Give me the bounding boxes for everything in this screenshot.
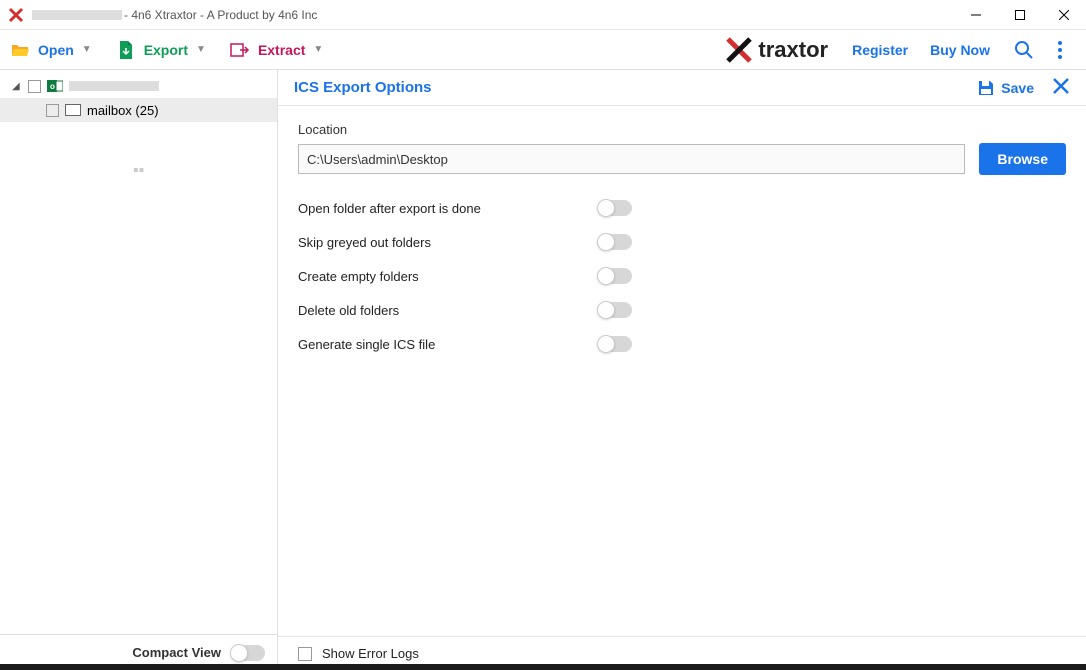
toolbar: Open ▼ Export ▼ Extract ▼ traxtor Regist…: [0, 30, 1086, 70]
folder-open-icon: [10, 40, 30, 60]
tree-checkbox[interactable]: [46, 104, 59, 117]
product-logo: traxtor: [726, 37, 828, 63]
tree-root-item[interactable]: ◢ o: [0, 74, 277, 98]
window-minimize-button[interactable]: [954, 0, 998, 30]
show-error-logs-label: Show Error Logs: [322, 646, 419, 661]
open-menu[interactable]: Open ▼: [10, 40, 92, 60]
chevron-down-icon: ▼: [82, 44, 92, 55]
chevron-down-icon: ▼: [313, 44, 323, 55]
option-label: Skip greyed out folders: [298, 235, 598, 250]
export-menu[interactable]: Export ▼: [116, 40, 206, 60]
compact-view-toggle[interactable]: [231, 645, 265, 661]
search-button[interactable]: [1012, 38, 1036, 62]
option-row: Open folder after export is done: [298, 191, 1066, 225]
logo-text: traxtor: [758, 37, 828, 63]
window-close-button[interactable]: [1042, 0, 1086, 30]
option-toggle-delete-old[interactable]: [598, 302, 632, 318]
taskbar: [0, 664, 1086, 670]
extract-label: Extract: [258, 42, 305, 58]
collapse-caret-icon[interactable]: ◢: [12, 81, 22, 92]
tree-checkbox[interactable]: [28, 80, 41, 93]
extract-menu[interactable]: Extract ▼: [230, 40, 323, 60]
titlebar: - 4n6 Xtraxtor - A Product by 4n6 Inc: [0, 0, 1086, 30]
option-toggle-skip-greyed[interactable]: [598, 234, 632, 250]
outlook-icon: o: [47, 79, 63, 93]
panel-title: ICS Export Options: [294, 79, 432, 96]
open-label: Open: [38, 42, 74, 58]
compact-view-label: Compact View: [132, 645, 221, 660]
option-toggle-open-folder[interactable]: [598, 200, 632, 216]
extract-icon: [230, 40, 250, 60]
option-label: Open folder after export is done: [298, 201, 598, 216]
option-row: Create empty folders: [298, 259, 1066, 293]
panel-close-button[interactable]: [1052, 77, 1070, 98]
title-obscured: [32, 10, 122, 20]
main-panel: ICS Export Options Save Location Browse …: [278, 70, 1086, 670]
more-menu-button[interactable]: [1048, 38, 1072, 62]
option-toggle-single-ics[interactable]: [598, 336, 632, 352]
file-export-icon: [116, 40, 136, 60]
folder-icon: [65, 103, 81, 117]
tree-item-label: mailbox (25): [87, 103, 159, 118]
app-icon: [8, 7, 24, 23]
folder-tree: ◢ o mailbox (25) ▪▪: [0, 70, 277, 634]
save-label: Save: [1001, 80, 1034, 96]
location-input[interactable]: [298, 144, 965, 174]
option-row: Generate single ICS file: [298, 327, 1066, 361]
tree-mailbox-item[interactable]: mailbox (25): [0, 98, 277, 122]
buy-now-link[interactable]: Buy Now: [930, 42, 990, 58]
tree-root-label-obscured: [69, 81, 159, 91]
option-row: Delete old folders: [298, 293, 1066, 327]
chevron-down-icon: ▼: [196, 44, 206, 55]
save-button[interactable]: Save: [977, 79, 1034, 97]
export-label: Export: [144, 42, 188, 58]
show-error-logs-checkbox[interactable]: [298, 647, 312, 661]
window-title: - 4n6 Xtraxtor - A Product by 4n6 Inc: [124, 8, 317, 22]
option-label: Generate single ICS file: [298, 337, 598, 352]
sidebar: ◢ o mailbox (25) ▪▪ Compact View: [0, 70, 278, 670]
option-toggle-create-empty[interactable]: [598, 268, 632, 284]
window-maximize-button[interactable]: [998, 0, 1042, 30]
option-row: Skip greyed out folders: [298, 225, 1066, 259]
browse-button[interactable]: Browse: [979, 143, 1066, 175]
location-label: Location: [298, 122, 1066, 137]
option-label: Create empty folders: [298, 269, 598, 284]
option-label: Delete old folders: [298, 303, 598, 318]
sidebar-placeholder: ▪▪: [0, 162, 277, 180]
panel-body: Location Browse Open folder after export…: [278, 106, 1086, 636]
panel-header: ICS Export Options Save: [278, 70, 1086, 106]
svg-text:o: o: [50, 82, 55, 91]
register-link[interactable]: Register: [852, 42, 908, 58]
